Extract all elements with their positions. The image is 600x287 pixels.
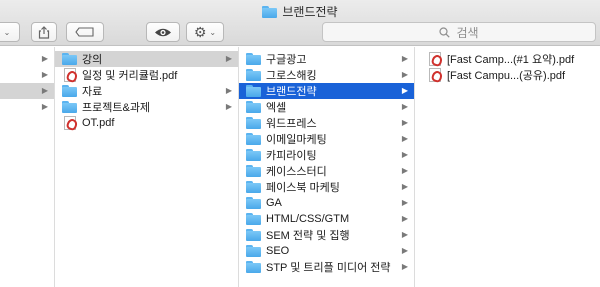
chevron-right-icon: ▶ [401, 54, 408, 63]
list-item-email-marketing[interactable]: 이메일마케팅 ▶ [239, 131, 414, 147]
search-icon [439, 26, 451, 38]
view-options-button[interactable]: ⌄ [0, 22, 20, 42]
quicklook-button[interactable] [146, 22, 180, 42]
chevron-right-icon: ▶ [401, 262, 408, 271]
list-item-growth-hacking[interactable]: 그로스해킹 ▶ [239, 67, 414, 83]
chevron-right-icon: ▶ [225, 54, 232, 63]
folder-icon [62, 101, 77, 113]
list-item-ga[interactable]: GA ▶ [239, 195, 414, 211]
column-4: [Fast Camp...(#1 요약).pdf [Fast Campu...(… [415, 47, 600, 287]
folder-icon [246, 101, 261, 113]
list-item-projects[interactable]: 프로젝트&과제 ▶ [55, 99, 238, 115]
column-1: ▶ ▶ ▶ ▶ [0, 47, 55, 287]
list-item-sem[interactable]: SEM 전략 및 집행 ▶ [239, 227, 414, 243]
chevron-right-icon: ▶ [401, 182, 408, 191]
gear-icon: ⚙ [193, 24, 207, 40]
search-field[interactable]: 검색 [322, 22, 596, 42]
list-item-lectures[interactable]: 강의 ▶ [55, 51, 238, 67]
list-item-excel[interactable]: 엑셀 ▶ [239, 99, 414, 115]
chevron-right-icon: ▶ [401, 214, 408, 223]
list-item-html-css-gtm[interactable]: HTML/CSS/GTM ▶ [239, 211, 414, 227]
chevron-right-icon: ▶ [225, 86, 232, 95]
folder-icon [62, 53, 77, 65]
chevron-right-icon: ▶ [401, 102, 408, 111]
folder-icon [246, 261, 261, 273]
list-item-google-ads[interactable]: 구글광고 ▶ [239, 51, 414, 67]
folder-icon [262, 5, 278, 18]
list-item-wordpress[interactable]: 워드프레스 ▶ [239, 115, 414, 131]
search-placeholder: 검색 [456, 25, 479, 40]
folder-icon [246, 53, 261, 65]
eye-icon [155, 28, 171, 36]
list-item-brand-strategy[interactable]: 브랜드전략 ▶ [239, 83, 414, 99]
window-title-label: 브랜드전략 [282, 4, 338, 19]
chevron-right-icon: ▶ [41, 102, 48, 111]
list-item-schedule-pdf[interactable]: 일정 및 커리큘럼.pdf [55, 67, 238, 83]
list-item-fastcamp-summary-pdf[interactable]: [Fast Camp...(#1 요약).pdf [415, 51, 600, 67]
chevron-right-icon: ▶ [401, 134, 408, 143]
chevron-right-icon: ▶ [401, 230, 408, 239]
pdf-file-icon [429, 52, 441, 66]
window-title: 브랜드전략 [0, 3, 600, 19]
folder-icon [246, 245, 261, 257]
folder-icon [246, 197, 261, 209]
list-item-seo[interactable]: SEO ▶ [239, 243, 414, 259]
toolbar: 브랜드전략 ⌄ ⚙ ⌄ 검색 [0, 0, 600, 46]
folder-icon [246, 85, 261, 97]
folder-icon [246, 149, 261, 161]
chevron-right-icon: ▶ [41, 70, 48, 79]
column-3: 구글광고 ▶ 그로스해킹 ▶ 브랜드전략 ▶ 엑셀 ▶ 워드프레스 ▶ 이메일마… [239, 47, 415, 287]
chevron-down-icon: ⌄ [3, 27, 11, 37]
chevron-right-icon: ▶ [225, 102, 232, 111]
chevron-right-icon: ▶ [401, 70, 408, 79]
list-item-case-study[interactable]: 케이스스터디 ▶ [239, 163, 414, 179]
list-item-materials[interactable]: 자료 ▶ [55, 83, 238, 99]
list-item-selected[interactable]: ▶ [0, 83, 54, 99]
folder-icon [246, 181, 261, 193]
action-menu-button[interactable]: ⚙ ⌄ [186, 22, 224, 42]
chevron-right-icon: ▶ [41, 86, 48, 95]
share-icon [38, 25, 50, 39]
folder-icon [62, 85, 77, 97]
chevron-right-icon: ▶ [401, 166, 408, 175]
tag-icon [75, 27, 94, 37]
chevron-right-icon: ▶ [401, 246, 408, 255]
folder-icon [246, 69, 261, 81]
column-2: 강의 ▶ 일정 및 커리큘럼.pdf 자료 ▶ 프로젝트&과제 ▶ OT.pdf [55, 47, 239, 287]
folder-icon [246, 117, 261, 129]
folder-icon [246, 165, 261, 177]
folder-icon [246, 133, 261, 145]
chevron-right-icon: ▶ [401, 198, 408, 207]
tag-button[interactable] [66, 22, 104, 42]
folder-icon [246, 229, 261, 241]
pdf-file-icon [64, 68, 76, 82]
list-item[interactable]: ▶ [0, 67, 54, 83]
list-item-fastcamp-share-pdf[interactable]: [Fast Campu...(공유).pdf [415, 67, 600, 83]
chevron-down-icon: ⌄ [209, 27, 217, 37]
chevron-right-icon: ▶ [401, 86, 408, 95]
list-item-copywriting[interactable]: 카피라이팅 ▶ [239, 147, 414, 163]
chevron-right-icon: ▶ [401, 150, 408, 159]
share-button[interactable] [31, 22, 57, 42]
pdf-file-icon [64, 116, 76, 130]
list-item-stp[interactable]: STP 및 트리플 미디어 전략 ▶ [239, 259, 414, 275]
folder-icon [246, 213, 261, 225]
chevron-right-icon: ▶ [41, 54, 48, 63]
list-item[interactable]: ▶ [0, 51, 54, 67]
list-item-facebook-marketing[interactable]: 페이스북 마케팅 ▶ [239, 179, 414, 195]
list-item-ot-pdf[interactable]: OT.pdf [55, 115, 238, 131]
list-item[interactable]: ▶ [0, 99, 54, 115]
pdf-file-icon [429, 68, 441, 82]
chevron-right-icon: ▶ [401, 118, 408, 127]
